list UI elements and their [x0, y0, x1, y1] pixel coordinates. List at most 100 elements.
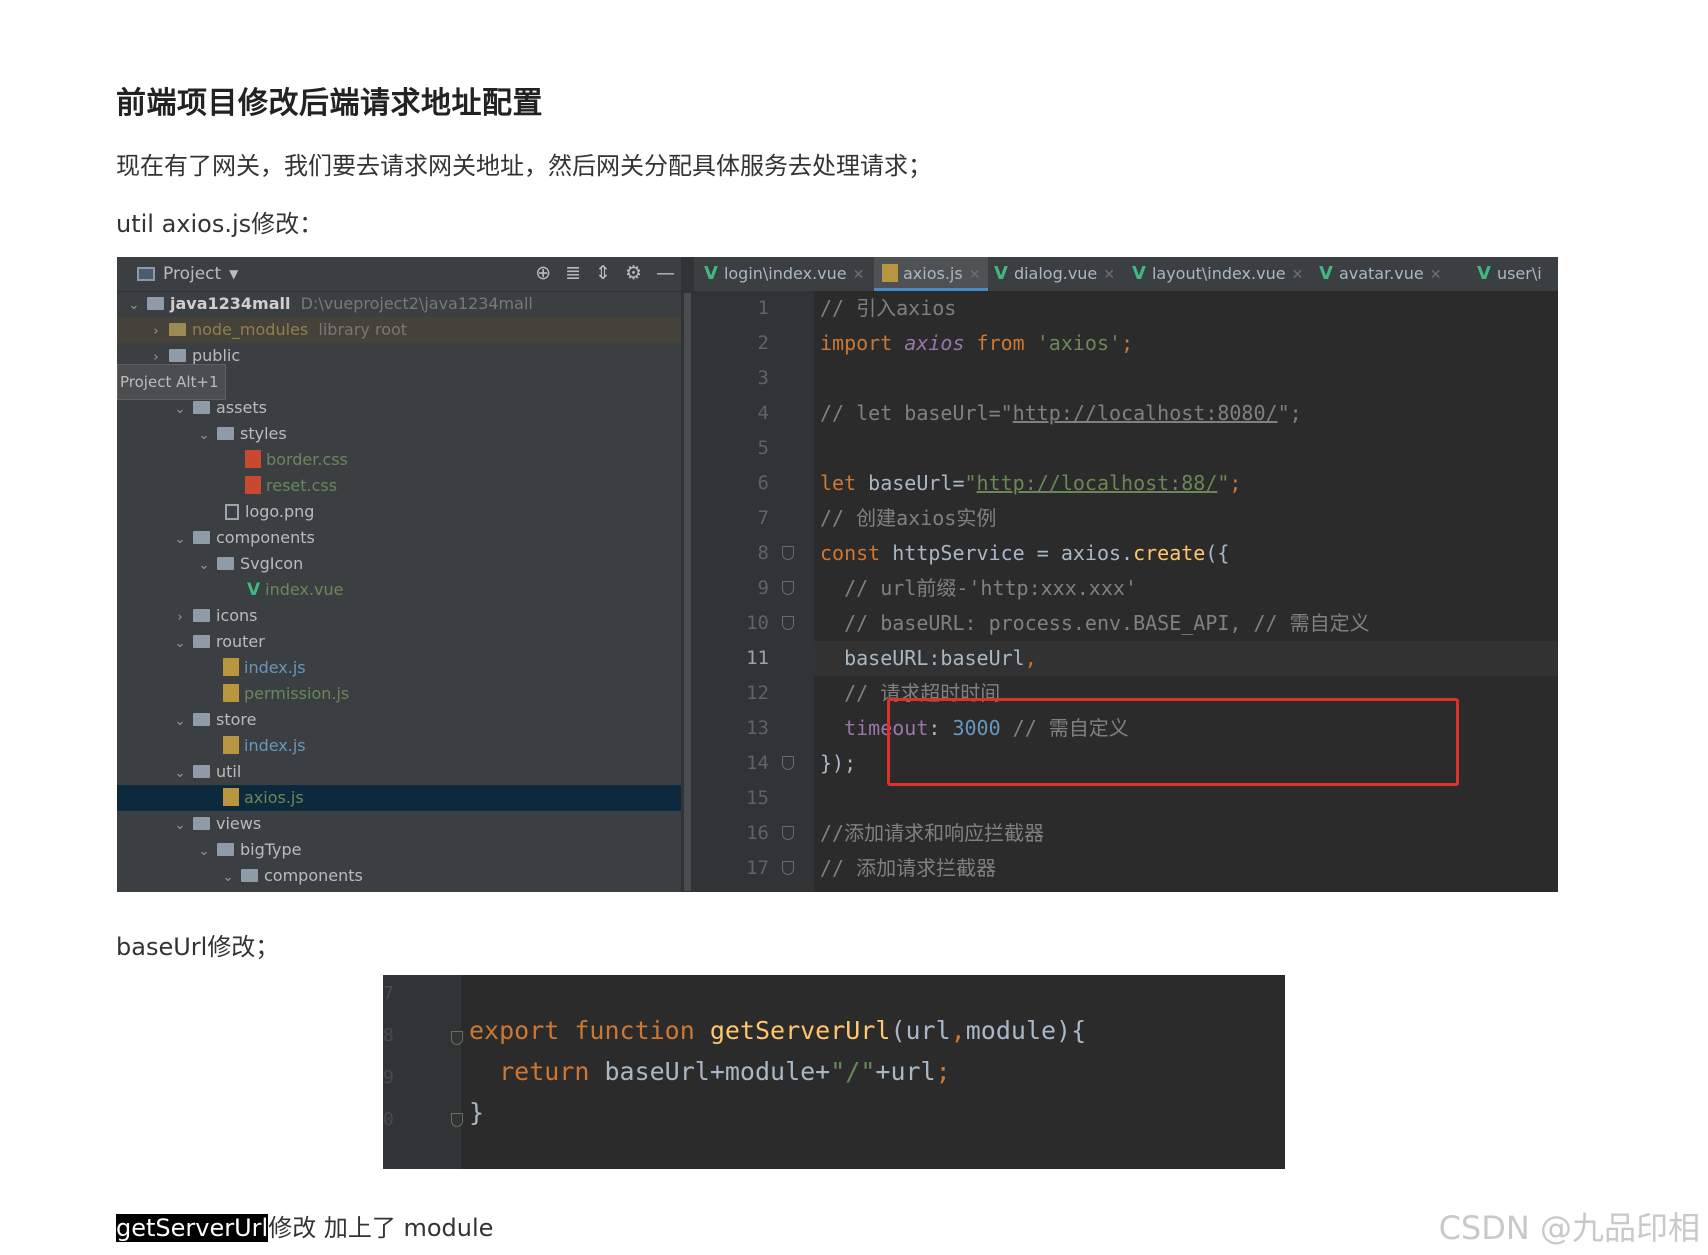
keyword: import [820, 331, 905, 355]
params: (url [890, 1016, 951, 1045]
tree-row-root[interactable]: ⌄ java1234mall D:\vueproject2\java1234mal… [117, 291, 691, 317]
line-number: 7 [383, 983, 394, 1004]
folder-icon [241, 869, 258, 882]
tree-library-root: library root [318, 320, 408, 339]
tree-row-views[interactable]: ⌄ views [117, 811, 737, 837]
highlight-box [887, 698, 1459, 786]
tree-row-node-modules[interactable]: › node_modules library root [117, 317, 713, 343]
folder-icon [147, 297, 164, 310]
property: baseURL [820, 646, 929, 670]
folder-icon [217, 843, 234, 856]
keyword: return [469, 1057, 605, 1086]
fold-marker-icon[interactable] [782, 546, 794, 560]
expand-all-icon[interactable]: ≣ [565, 262, 581, 284]
close-icon[interactable]: ✕ [1430, 267, 1442, 283]
js-file-icon [223, 658, 239, 676]
folder-icon [193, 713, 210, 726]
tree-row-util[interactable]: ⌄ util [117, 759, 737, 785]
line-number: 17 [746, 857, 769, 879]
code-line-8: const httpService = axios.create({ [814, 536, 1558, 571]
tab-label: user\i [1496, 264, 1542, 283]
tree-row-styles[interactable]: ⌄ styles [117, 421, 761, 447]
csdn-watermark: CSDN @九品印相 [1438, 1209, 1700, 1247]
tree-row-router[interactable]: ⌄ router [117, 629, 737, 655]
fold-marker-icon[interactable] [782, 756, 794, 770]
tree-label: java1234mall [170, 294, 291, 313]
project-dropdown[interactable]: Project ▼ [137, 264, 238, 284]
intro-paragraph: 现在有了网关，我们要去请求网关地址，然后网关分配具体服务去处理请求； [116, 152, 932, 180]
fold-marker-icon[interactable] [782, 581, 794, 595]
code-line-7: // 创建axios实例 [814, 501, 1558, 536]
keyword: let [820, 471, 869, 495]
comment-url[interactable]: http://localhost:8080/ [1013, 401, 1278, 425]
close-icon[interactable]: ✕ [1103, 267, 1115, 283]
tab-layout-index-vue[interactable]: Vlayout\index.vue ✕ [1132, 257, 1303, 291]
tree-row-store[interactable]: ⌄ store [117, 707, 737, 733]
code-line-4: // let baseUrl="http://localhost:8080/"; [814, 396, 1558, 431]
string-url[interactable]: http://localhost:88/ [977, 471, 1218, 495]
panel-scrollbar[interactable] [681, 257, 694, 892]
close-icon[interactable]: ✕ [969, 267, 981, 283]
tab-dialog-vue[interactable]: Vdialog.vue ✕ [994, 257, 1115, 291]
vue-file-icon: V [1477, 263, 1491, 284]
tree-label: components [216, 528, 315, 547]
line-number: 2 [757, 332, 769, 354]
fold-marker-icon[interactable] [782, 861, 794, 875]
code-line-3: } [469, 1093, 484, 1133]
editor-tabs: Vlogin\index.vue ✕ axios.js ✕ Vdialog.vue ✕… [694, 257, 1558, 292]
punct: ; [1229, 471, 1242, 495]
fold-marker-icon[interactable] [451, 1031, 463, 1045]
chevron-right-icon: › [153, 324, 159, 339]
chevron-down-icon: ⌄ [174, 402, 186, 417]
tab-login-index-vue[interactable]: Vlogin\index.vue ✕ [704, 257, 864, 291]
tree-label: router [216, 632, 265, 651]
scrollbar-thumb[interactable] [684, 293, 691, 891]
code-line-6: let baseUrl="http://localhost:88/"; [814, 466, 1558, 501]
tree-row-svgicon[interactable]: ⌄ SvgIcon [117, 551, 761, 577]
tab-axios-js[interactable]: axios.js ✕ [874, 257, 989, 291]
tree-label: store [216, 710, 257, 729]
fold-marker-icon[interactable] [782, 826, 794, 840]
ide-screenshot-axios: Project ▼ ⊕ ≣ ⇕ ⚙ — ⌄ java1234mall D:\vue… [117, 257, 1558, 892]
tree-row-icons[interactable]: › icons [117, 603, 737, 629]
code-line-2: return baseUrl+module+"/"+url; [469, 1052, 951, 1092]
tab-avatar-vue[interactable]: Vavatar.vue ✕ [1319, 257, 1441, 291]
keyword: from [964, 331, 1037, 355]
section-heading: 前端项目修改后端请求地址配置 [116, 86, 543, 121]
tab-user-index[interactable]: Vuser\i [1477, 257, 1542, 291]
ide-screenshot-getserverurl: 7 8 9 0 export function getServerUrl(url… [383, 975, 1285, 1169]
vue-file-icon: V [994, 263, 1008, 284]
close-icon[interactable]: ✕ [853, 267, 865, 283]
tree-row-bigtype[interactable]: ⌄ bigType [117, 837, 761, 863]
close-icon[interactable]: ✕ [1292, 267, 1304, 283]
hide-icon[interactable]: — [656, 262, 675, 284]
chevron-down-icon: ⌄ [198, 844, 210, 859]
folder-icon [193, 635, 210, 648]
line-number: 9 [757, 577, 769, 599]
fold-marker-icon[interactable] [451, 1113, 463, 1127]
keyword: const [820, 541, 893, 565]
tab-label: layout\index.vue [1151, 264, 1286, 283]
folder-icon [193, 531, 210, 544]
punct: , [950, 1016, 966, 1045]
tree-label: public [192, 346, 241, 365]
tree-label: index.js [244, 736, 306, 755]
line-number: 0 [383, 1109, 394, 1130]
locate-icon[interactable]: ⊕ [535, 262, 551, 284]
tab-label: dialog.vue [1013, 264, 1098, 283]
chevron-down-icon: ⌄ [174, 766, 186, 781]
function-name: getServerUrl [709, 1016, 891, 1045]
code-line-11: baseURL:baseUrl, [814, 641, 1558, 676]
folder-icon [193, 401, 210, 414]
tree-label: components [264, 866, 363, 885]
collapse-all-icon[interactable]: ⇕ [595, 262, 611, 284]
axios-caption: util axios.js修改： [116, 210, 324, 238]
chevron-right-icon: › [177, 610, 183, 625]
tree-label: reset.css [266, 476, 338, 495]
tree-row-components[interactable]: ⌄ components [117, 525, 737, 551]
identifier: :baseUrl [928, 646, 1025, 670]
fold-marker-icon[interactable] [782, 616, 794, 630]
code-editor[interactable]: // 引入axios import axios from 'axios'; //… [814, 291, 1558, 892]
params: module){ [965, 1016, 1087, 1045]
gear-icon[interactable]: ⚙ [625, 262, 642, 284]
